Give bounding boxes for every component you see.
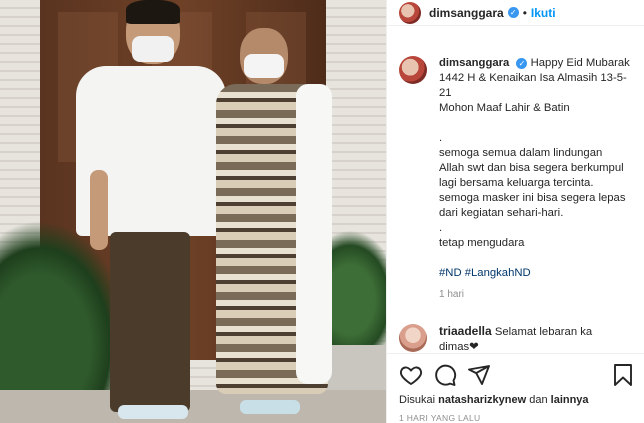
save-button[interactable]: [611, 363, 635, 387]
post-photo[interactable]: [0, 0, 386, 423]
caption-line: .: [439, 132, 443, 144]
caption-avatar[interactable]: [399, 56, 427, 84]
caption-line: 21: [439, 87, 452, 99]
caption-line: semoga semua dalam lindungan: [439, 147, 603, 159]
author-avatar[interactable]: [399, 1, 421, 24]
likes-summary: Disukai natasharizkynew dan lainnya: [399, 394, 589, 406]
caption-timestamp: 1 hari: [439, 289, 465, 300]
caption-line: tetap mengudara: [439, 237, 525, 249]
share-icon: [468, 365, 490, 385]
man-pants: [110, 232, 190, 412]
verified-badge-icon: ✓: [507, 7, 519, 18]
comment-text-continued: dimas❤: [439, 341, 479, 353]
man-mask: [132, 36, 174, 62]
caption-text: Happy Eid Mubarak: [530, 57, 630, 69]
share-button[interactable]: [467, 363, 491, 387]
caption-line: Allah swt dan bisa segera berkumpul: [439, 162, 624, 174]
woman-shoes: [240, 400, 300, 414]
woman-shawl: [296, 84, 332, 384]
commenter-username[interactable]: triaadella: [439, 324, 492, 338]
photo-person-man: [70, 0, 226, 423]
comment-body: triaadella Selamat lebaran ka dimas❤: [439, 324, 639, 355]
caption-line: .: [439, 222, 443, 234]
post-caption: dimsanggara ✓ Happy Eid Mubarak 1442 H &…: [399, 56, 643, 302]
post-header: dimsanggara ✓ • Ikuti: [387, 0, 644, 26]
commenter-avatar[interactable]: [399, 324, 427, 352]
likes-user[interactable]: natasharizkynew: [438, 394, 526, 406]
likes-middle: dan: [526, 394, 551, 406]
author-username[interactable]: dimsanggara: [429, 6, 504, 20]
follow-button[interactable]: Ikuti: [531, 6, 556, 20]
verified-badge-icon: ✓: [516, 57, 528, 69]
like-button[interactable]: [399, 363, 423, 387]
caption-hashtags[interactable]: #ND #LangkahND: [439, 266, 643, 281]
caption-username[interactable]: dimsanggara: [439, 57, 509, 69]
comment-item: triaadella Selamat lebaran ka dimas❤: [399, 324, 643, 355]
man-hair: [126, 0, 180, 24]
likes-prefix: Disukai: [399, 394, 439, 406]
post-date: 1 HARI YANG LALU: [399, 413, 481, 423]
man-arm: [90, 170, 108, 250]
caption-body: dimsanggara ✓ Happy Eid Mubarak 1442 H &…: [439, 56, 643, 302]
post-side-panel: dimsanggara ✓ • Ikuti dimsanggara ✓ Happ…: [386, 0, 644, 423]
comment-text: Selamat lebaran ka: [494, 326, 593, 338]
caption-line: 1442 H & Kenaikan Isa Almasih 13-5-: [439, 72, 627, 84]
action-bar: [399, 363, 635, 387]
caption-line: semoga masker ini bisa segera lepas: [439, 192, 626, 204]
man-shoes: [118, 405, 188, 419]
caption-line: dimsanggara ✓ Happy Eid Mubarak: [439, 56, 643, 71]
header-separator: •: [522, 5, 527, 20]
caption-line: lagi bersama keluarga tercinta.: [439, 177, 594, 189]
likes-others[interactable]: lainnya: [551, 394, 589, 406]
comment-icon: [435, 364, 457, 386]
bookmark-icon: [614, 364, 632, 386]
caption-line: Mohon Maaf Lahir & Batin: [439, 102, 570, 114]
heart-icon: [399, 366, 423, 386]
woman-mask: [244, 54, 284, 78]
photo-person-woman: [210, 0, 340, 423]
post-actions-section: Disukai natasharizkynew dan lainnya 1 HA…: [387, 353, 644, 423]
caption-line: dari kegiatan sehari-hari.: [439, 207, 564, 219]
comment-button[interactable]: [433, 363, 457, 387]
